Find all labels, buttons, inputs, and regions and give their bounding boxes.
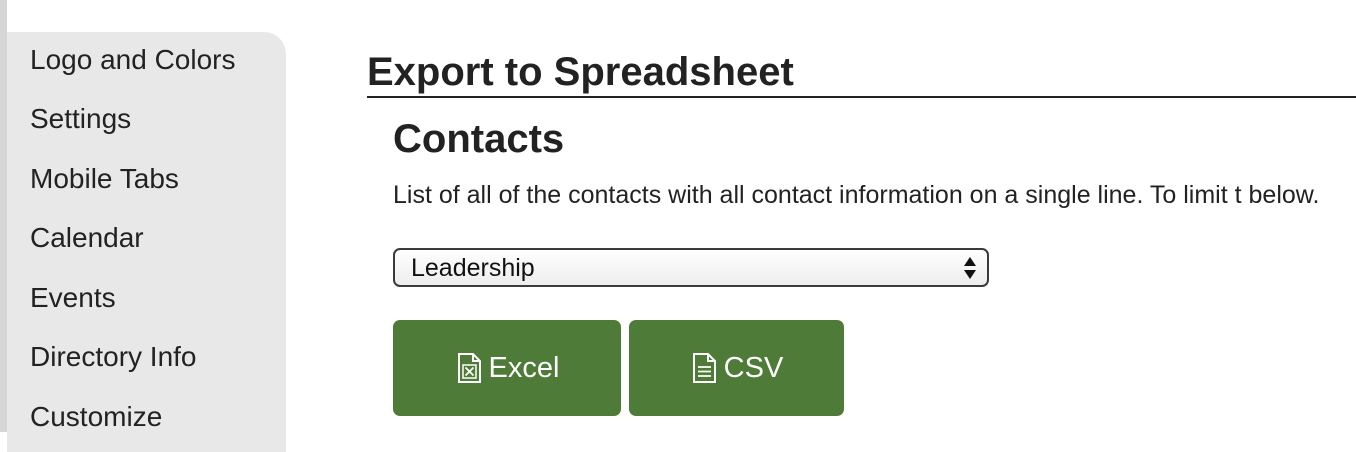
document-icon — [690, 352, 718, 384]
group-select-value: Leadership — [411, 254, 535, 282]
title-divider — [367, 96, 1356, 98]
section-description: List of all of the contacts with all con… — [393, 181, 1320, 209]
section-title: Contacts — [393, 117, 565, 161]
sidebar-item-customize[interactable]: Customize — [30, 401, 162, 433]
group-select[interactable]: Leadership — [393, 248, 989, 287]
select-arrows-icon — [964, 257, 976, 279]
sidebar-item-calendar[interactable]: Calendar — [30, 222, 144, 254]
export-csv-button[interactable]: CSV — [629, 320, 844, 416]
sidebar-item-settings[interactable]: Settings — [30, 103, 131, 135]
excel-file-icon — [455, 352, 483, 384]
window-left-edge — [0, 0, 7, 432]
sidebar-item-events[interactable]: Events — [30, 282, 116, 314]
sidebar-item-mobile-tabs[interactable]: Mobile Tabs — [30, 163, 179, 195]
sidebar: Logo and Colors Settings Mobile Tabs Cal… — [7, 32, 286, 452]
export-excel-button[interactable]: Excel — [393, 320, 621, 416]
sidebar-item-logo-and-colors[interactable]: Logo and Colors — [30, 44, 235, 76]
csv-button-label: CSV — [723, 351, 784, 384]
excel-button-label: Excel — [488, 351, 560, 384]
sidebar-item-directory-info[interactable]: Directory Info — [30, 341, 197, 373]
page-title: Export to Spreadsheet — [367, 50, 794, 94]
